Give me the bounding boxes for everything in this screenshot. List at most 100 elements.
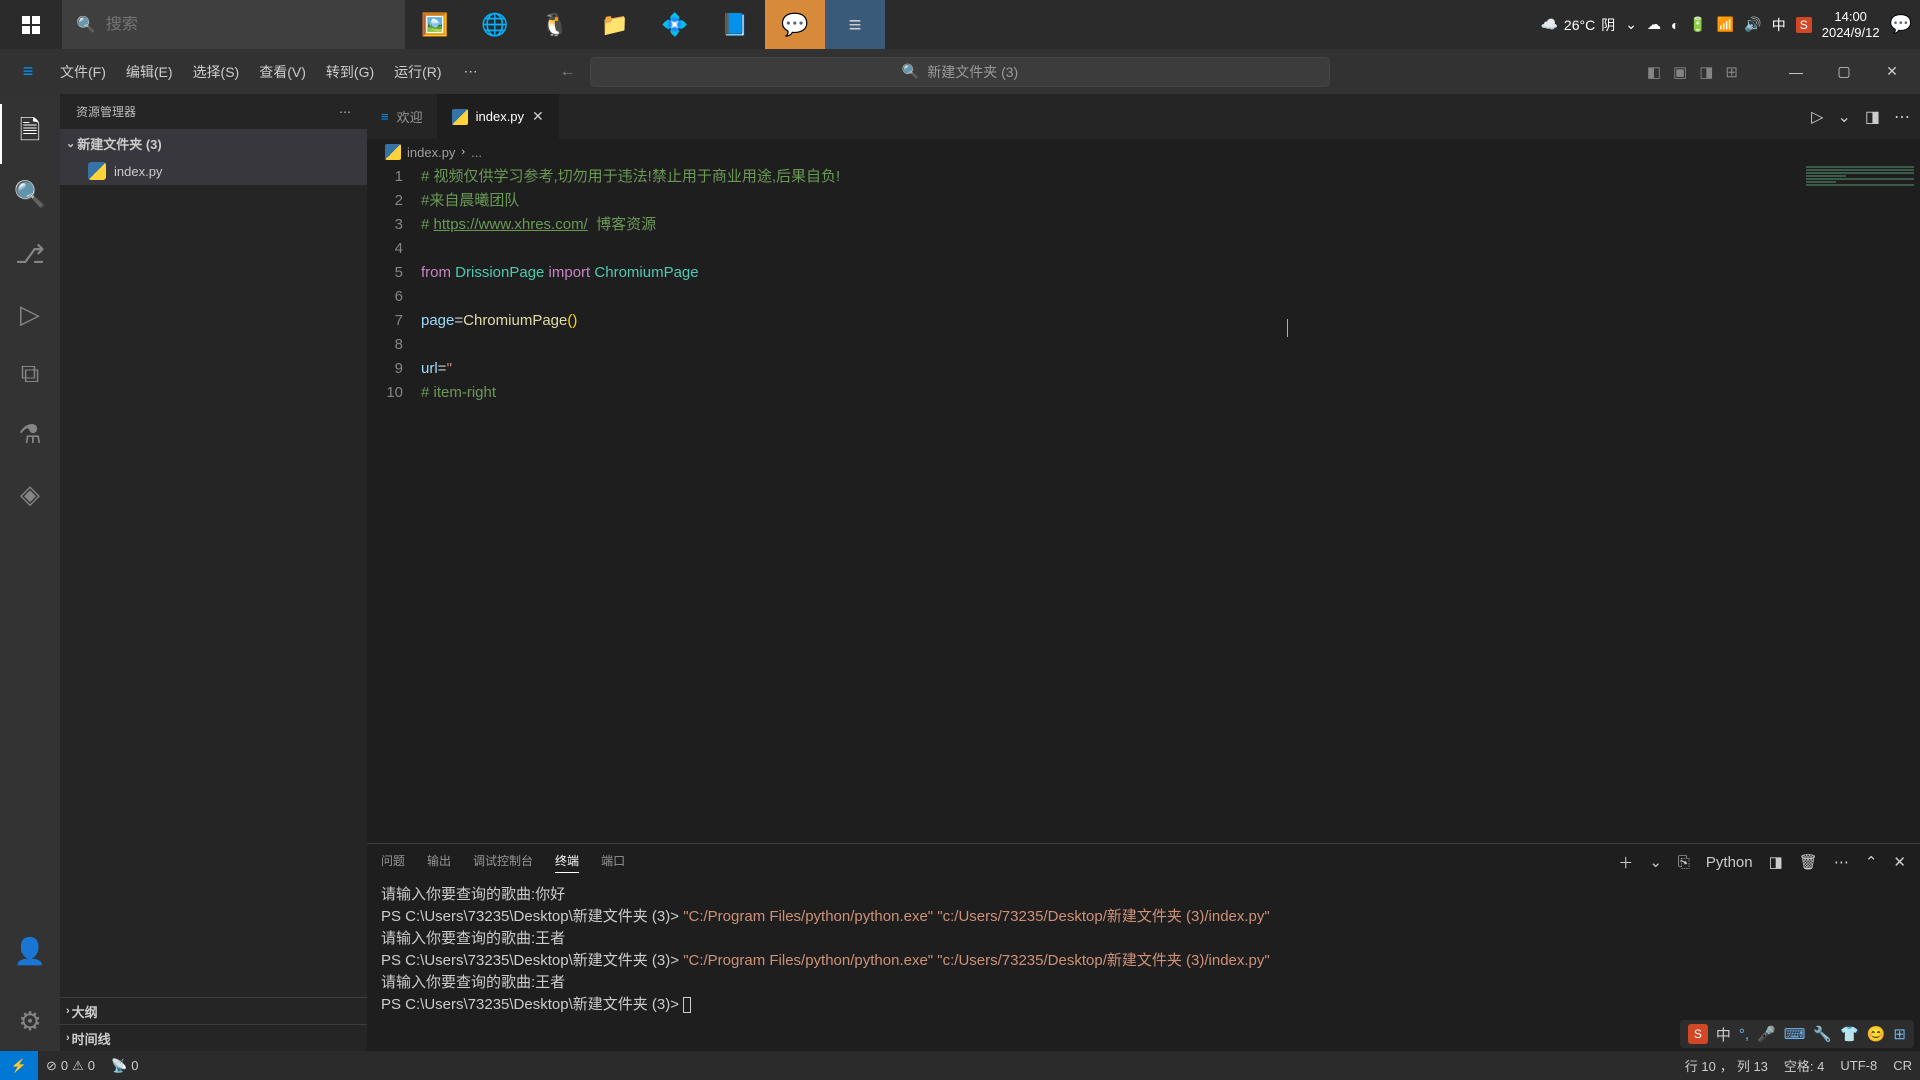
code-line[interactable]: from DrissionPage import ChromiumPage (421, 261, 1800, 285)
panel-tab[interactable]: 输出 (427, 852, 451, 873)
taskbar-app-vscode[interactable]: ≡ (825, 0, 885, 49)
menu-item[interactable]: 转到(G) (316, 58, 384, 86)
code-line[interactable] (421, 333, 1800, 357)
clock[interactable]: 14:00 2024/9/12 (1822, 9, 1880, 40)
status-problems[interactable]: ⊘0 ⚠0 (38, 1058, 103, 1074)
terminal-dropdown-icon[interactable]: ⌄ (1649, 853, 1662, 871)
tray-battery-icon[interactable]: 🔋 (1689, 16, 1706, 33)
window-minimize[interactable]: — (1776, 57, 1816, 87)
taskbar-app-wechat[interactable]: 💬 (765, 0, 825, 49)
activity-run-debug[interactable]: ▷ (0, 284, 60, 344)
status-ports[interactable]: 📡0 (103, 1058, 146, 1074)
tray-chevron-icon[interactable]: ⌄ (1625, 16, 1637, 33)
tray-ime-lang[interactable]: 中 (1772, 15, 1786, 35)
sidebar-more-icon[interactable]: ⋯ (339, 105, 351, 119)
ime-mic-icon[interactable]: 🎤 (1757, 1025, 1776, 1043)
run-icon[interactable]: ▷ (1811, 107, 1823, 127)
new-terminal-icon[interactable]: ＋ (1618, 852, 1633, 873)
activity-accounts[interactable]: 👤 (0, 921, 60, 981)
tab-welcome[interactable]: ≡ 欢迎 (367, 94, 438, 139)
activity-testing[interactable]: ⚗ (0, 404, 60, 464)
code-line[interactable]: page=ChromiumPage() (421, 309, 1800, 333)
breadcrumb[interactable]: index.py › ... (367, 139, 1920, 165)
panel-tab[interactable]: 调试控制台 (473, 852, 533, 873)
tab-file[interactable]: index.py ✕ (438, 94, 559, 139)
status-line-col[interactable]: 行 10，列 13 (1677, 1056, 1776, 1075)
taskbar-app-photos[interactable]: 🖼️ (405, 0, 465, 49)
tray-cloud-icon[interactable]: ☁ (1647, 16, 1661, 33)
taskbar-search-input[interactable] (106, 16, 391, 34)
taskbar-app-explorer[interactable]: 📁 (585, 0, 645, 49)
menu-item[interactable]: 查看(V) (249, 58, 316, 86)
ime-emoji-icon[interactable]: 😊 (1867, 1025, 1886, 1043)
panel-more-icon[interactable]: ⋯ (1834, 853, 1849, 871)
tray-wifi-icon[interactable]: 📶 (1717, 16, 1734, 33)
panel-close-icon[interactable]: ✕ (1893, 853, 1906, 871)
minimap[interactable] (1800, 165, 1920, 843)
layout-sidebar-right-icon[interactable]: ◨ (1699, 63, 1713, 81)
sidebar-section-timeline[interactable]: › 时间线 (60, 1024, 367, 1051)
window-close[interactable]: ✕ (1872, 57, 1912, 87)
status-eol[interactable]: CR (1885, 1058, 1920, 1073)
taskbar-app-notes[interactable]: 📘 (705, 0, 765, 49)
menu-item[interactable]: 运行(R) (384, 58, 451, 86)
code-line[interactable]: #来自晨曦团队 (421, 189, 1800, 213)
menu-item[interactable]: 编辑(E) (116, 58, 183, 86)
status-indent[interactable]: 空格: 4 (1776, 1056, 1832, 1075)
layout-sidebar-left-icon[interactable]: ◧ (1647, 63, 1661, 81)
file-item[interactable]: index.py (60, 157, 367, 185)
activity-explorer[interactable]: 🗎 (0, 104, 60, 164)
ime-keyboard-icon[interactable]: ⌨ (1784, 1025, 1806, 1043)
menu-item[interactable]: 文件(F) (50, 58, 116, 86)
layout-customize-icon[interactable]: ⊞ (1725, 63, 1738, 81)
activity-extensions[interactable]: ⧉ (0, 344, 60, 404)
command-center[interactable]: 🔍 新建文件夹 (3) (590, 57, 1330, 87)
ime-toolbar[interactable]: S 中 °, 🎤 ⌨ 🔧 👕 😊 ⊞ (1680, 1020, 1914, 1048)
panel-maximize-icon[interactable]: ⌃ (1865, 853, 1878, 871)
more-actions-icon[interactable]: ⋯ (1894, 107, 1910, 127)
ime-grid-icon[interactable]: ⊞ (1893, 1025, 1906, 1043)
layout-panel-icon[interactable]: ▣ (1673, 63, 1687, 81)
split-terminal-icon[interactable]: ◨ (1769, 853, 1783, 871)
activity-docker[interactable]: ◈ (0, 464, 60, 524)
tray-ime-badge[interactable]: S (1796, 17, 1812, 33)
code-line[interactable] (421, 237, 1800, 261)
activity-source-control[interactable]: ⎇ (0, 224, 60, 284)
sidebar-section-outline[interactable]: › 大纲 (60, 997, 367, 1024)
panel-kernel[interactable]: Python (1706, 854, 1753, 871)
kill-terminal-icon[interactable]: 🗑 (1799, 853, 1818, 871)
ime-lang[interactable]: 中 (1716, 1024, 1731, 1045)
code-line[interactable]: # https://www.xhres.com/ 博客资源 (421, 213, 1800, 237)
taskbar-app-qq[interactable]: 🐧 (525, 0, 585, 49)
ime-punct-icon[interactable]: °, (1739, 1026, 1749, 1043)
split-editor-icon[interactable]: ◨ (1865, 107, 1880, 127)
panel-tab[interactable]: 问题 (381, 852, 405, 873)
nav-back-icon[interactable]: ← (560, 63, 576, 81)
panel-tab[interactable]: 端口 (601, 852, 625, 873)
folder-root[interactable]: ⌄ 新建文件夹 (3) (60, 129, 367, 157)
close-icon[interactable]: ✕ (532, 108, 544, 125)
start-button[interactable] (0, 0, 62, 49)
activity-search[interactable]: 🔍 (0, 164, 60, 224)
weather-widget[interactable]: ☁️ 26°C 阴 (1540, 15, 1615, 35)
python-kernel-icon[interactable]: ⎘ (1678, 854, 1690, 871)
remote-indicator[interactable]: ⚡ (0, 1051, 38, 1080)
ime-skin-icon[interactable]: 👕 (1840, 1025, 1859, 1043)
taskbar-search[interactable]: 🔍 (62, 0, 405, 49)
activity-settings[interactable]: ⚙ (0, 991, 60, 1051)
tray-update-icon[interactable]: ◐ (1671, 17, 1679, 33)
ime-tool-icon[interactable]: 🔧 (1813, 1025, 1832, 1043)
code-line[interactable]: url='' (421, 357, 1800, 381)
code-editor[interactable]: 12345678910 # 视频仅供学习参考,切勿用于违法!禁止用于商业用途,后… (367, 165, 1920, 843)
menu-overflow[interactable]: ⋯ (454, 59, 488, 84)
taskbar-app-chrome[interactable]: 🌐 (465, 0, 525, 49)
status-encoding[interactable]: UTF-8 (1832, 1058, 1885, 1073)
tray-volume-icon[interactable]: 🔊 (1744, 16, 1761, 33)
taskbar-app-dingtalk[interactable]: 💠 (645, 0, 705, 49)
code-line[interactable]: # 视频仅供学习参考,切勿用于违法!禁止用于商业用途,后果自负! (421, 165, 1800, 189)
window-maximize[interactable]: ▢ (1824, 57, 1864, 87)
code-line[interactable]: # item-right (421, 381, 1800, 405)
panel-tab[interactable]: 终端 (555, 852, 579, 873)
notification-icon[interactable]: 💬 (1890, 14, 1912, 35)
run-dropdown-icon[interactable]: ⌄ (1837, 107, 1850, 127)
